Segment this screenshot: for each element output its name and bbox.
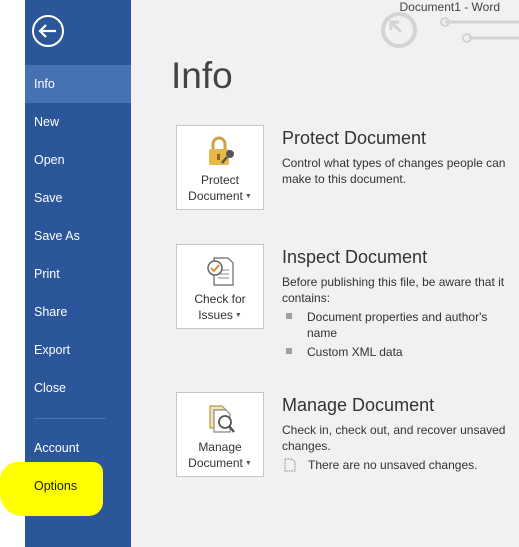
sidebar-item-share[interactable]: Share — [25, 293, 131, 331]
inspect-bullet-item: Custom XML data — [286, 344, 508, 360]
back-arrow-icon[interactable] — [31, 14, 65, 48]
manage-document-title: Manage Document — [282, 395, 435, 415]
protect-document-label-line2: Document — [188, 189, 243, 203]
sidebar-item-new[interactable]: New — [25, 103, 131, 141]
sidebar-item-close[interactable]: Close — [25, 369, 131, 407]
protect-document-button[interactable]: Protect Document ▼ — [176, 125, 264, 210]
chevron-down-icon: ▼ — [244, 460, 252, 467]
sidebar-item-save-as[interactable]: Save As — [25, 217, 131, 255]
bullet-icon — [286, 348, 292, 354]
check-for-issues-label: Check for Issues ▼ — [177, 291, 263, 324]
sidebar-item-options[interactable]: Options — [25, 467, 131, 505]
word-backstage-view: Info New Open Save Save As Print Share E… — [0, 0, 519, 547]
sidebar-item-save[interactable]: Save — [25, 179, 131, 217]
sidebar-item-account[interactable]: Account — [25, 429, 131, 467]
sidebar-item-export[interactable]: Export — [25, 331, 131, 369]
protect-document-label: Protect Document ▼ — [177, 172, 263, 205]
manage-document-button[interactable]: Manage Document ▼ — [176, 392, 264, 477]
chevron-down-icon: ▼ — [244, 193, 252, 200]
manage-document-label-line2: Document — [188, 456, 243, 470]
sidebar-item-open[interactable]: Open — [25, 141, 131, 179]
protect-document-label-line1: Protect — [200, 173, 239, 187]
protect-document-description: Control what types of changes people can… — [282, 156, 506, 186]
manage-document-label-line1: Manage — [198, 440, 242, 454]
window-title: Document1 - Word — [399, 0, 500, 14]
manage-document-icon — [209, 405, 235, 433]
inspect-bullet-text: Custom XML data — [307, 345, 403, 359]
inspect-bullet-text: Document properties and author's name — [307, 310, 488, 340]
inspect-document-icon — [207, 257, 234, 286]
bullet-icon — [286, 313, 292, 319]
check-for-issues-label-line2: Issues — [198, 308, 233, 322]
inspect-document-title: Inspect Document — [282, 247, 428, 267]
check-for-issues-button[interactable]: Check for Issues ▼ — [176, 244, 264, 329]
backstage-sidebar: Info New Open Save Save As Print Share E… — [0, 0, 131, 547]
sidebar-item-print[interactable]: Print — [25, 255, 131, 293]
inspect-document-description: Before publishing this file, be aware th… — [282, 275, 505, 305]
manage-document-description: Check in, check out, and recover unsaved… — [282, 423, 506, 453]
manage-document-label: Manage Document ▼ — [177, 439, 263, 472]
unsaved-changes-text: There are no unsaved changes. — [308, 458, 478, 472]
check-for-issues-label-line1: Check for — [194, 292, 246, 306]
inspect-bullet-item: Document properties and author's name — [286, 309, 508, 341]
protect-document-title: Protect Document — [282, 128, 427, 148]
sidebar-divider — [34, 418, 106, 419]
lock-key-icon — [209, 136, 234, 165]
sidebar-item-info[interactable]: Info — [25, 65, 131, 103]
page-title: Info — [171, 55, 233, 96]
chevron-down-icon: ▼ — [234, 312, 242, 319]
unsaved-changes-status: There are no unsaved changes. — [284, 458, 477, 472]
document-icon — [284, 458, 296, 472]
